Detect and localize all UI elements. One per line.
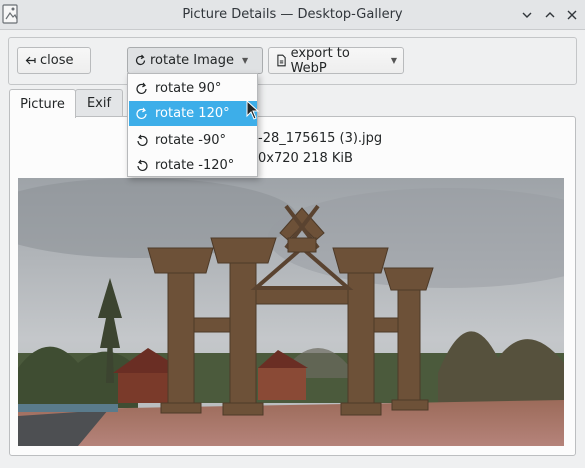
export-webp-label: export to WebP bbox=[290, 45, 350, 76]
menu-item-rotate-minus-90[interactable]: rotate -90° bbox=[129, 128, 257, 153]
rotate-image-label: rotate Image bbox=[150, 53, 235, 68]
export-webp-button[interactable]: export to WebP ▼ bbox=[268, 45, 404, 76]
rotate-icon bbox=[135, 54, 146, 66]
window-close-button[interactable] bbox=[562, 5, 582, 25]
rotate-counterclockwise-icon bbox=[137, 134, 148, 146]
menu-item-label: rotate 120° bbox=[155, 106, 230, 121]
picture-filename: -28_175615 (3).jpg bbox=[258, 131, 383, 146]
rotate-clockwise-icon bbox=[136, 107, 147, 119]
rotate-image-button[interactable]: rotate Image ▼ bbox=[127, 47, 263, 74]
picture-preview bbox=[18, 178, 564, 446]
menu-item-label: rotate -120° bbox=[155, 158, 235, 173]
rotate-counterclockwise-icon bbox=[137, 159, 148, 171]
menu-item-label: rotate -90° bbox=[155, 133, 227, 148]
rotate-menu: rotate 90° rotate 120° rotate -90° rotat… bbox=[127, 73, 258, 177]
window-title: Picture Details — Desktop-Gallery bbox=[182, 7, 403, 22]
picture-meta: 0x720 218 KiB bbox=[258, 151, 353, 166]
chevron-down-icon bbox=[522, 12, 532, 18]
tab-exif[interactable]: Exif bbox=[75, 89, 123, 117]
dropdown-caret-icon: ▼ bbox=[390, 56, 397, 65]
menu-item-rotate-90[interactable]: rotate 90° bbox=[129, 76, 257, 101]
document-icon bbox=[277, 54, 286, 67]
close-button-label: close bbox=[40, 53, 74, 68]
close-button[interactable]: close bbox=[17, 47, 91, 74]
arrow-left-icon bbox=[25, 56, 36, 65]
maximize-button[interactable] bbox=[540, 5, 560, 25]
dropdown-caret-icon: ▼ bbox=[242, 56, 249, 65]
menu-item-label: rotate 90° bbox=[155, 81, 222, 96]
chevron-up-icon bbox=[545, 12, 555, 18]
minimize-button[interactable] bbox=[517, 5, 537, 25]
tab-picture[interactable]: Picture bbox=[9, 89, 76, 118]
picture-details-window: Picture Details — Desktop-Gallery close … bbox=[0, 0, 585, 468]
picture-preview-image bbox=[18, 178, 564, 446]
close-icon bbox=[567, 10, 577, 20]
title-bar[interactable]: Picture Details — Desktop-Gallery bbox=[0, 0, 585, 30]
rotate-clockwise-icon bbox=[136, 82, 147, 94]
menu-item-rotate-minus-120[interactable]: rotate -120° bbox=[129, 153, 257, 178]
mouse-cursor-icon bbox=[246, 100, 260, 120]
menu-item-rotate-120[interactable]: rotate 120° bbox=[129, 101, 257, 126]
